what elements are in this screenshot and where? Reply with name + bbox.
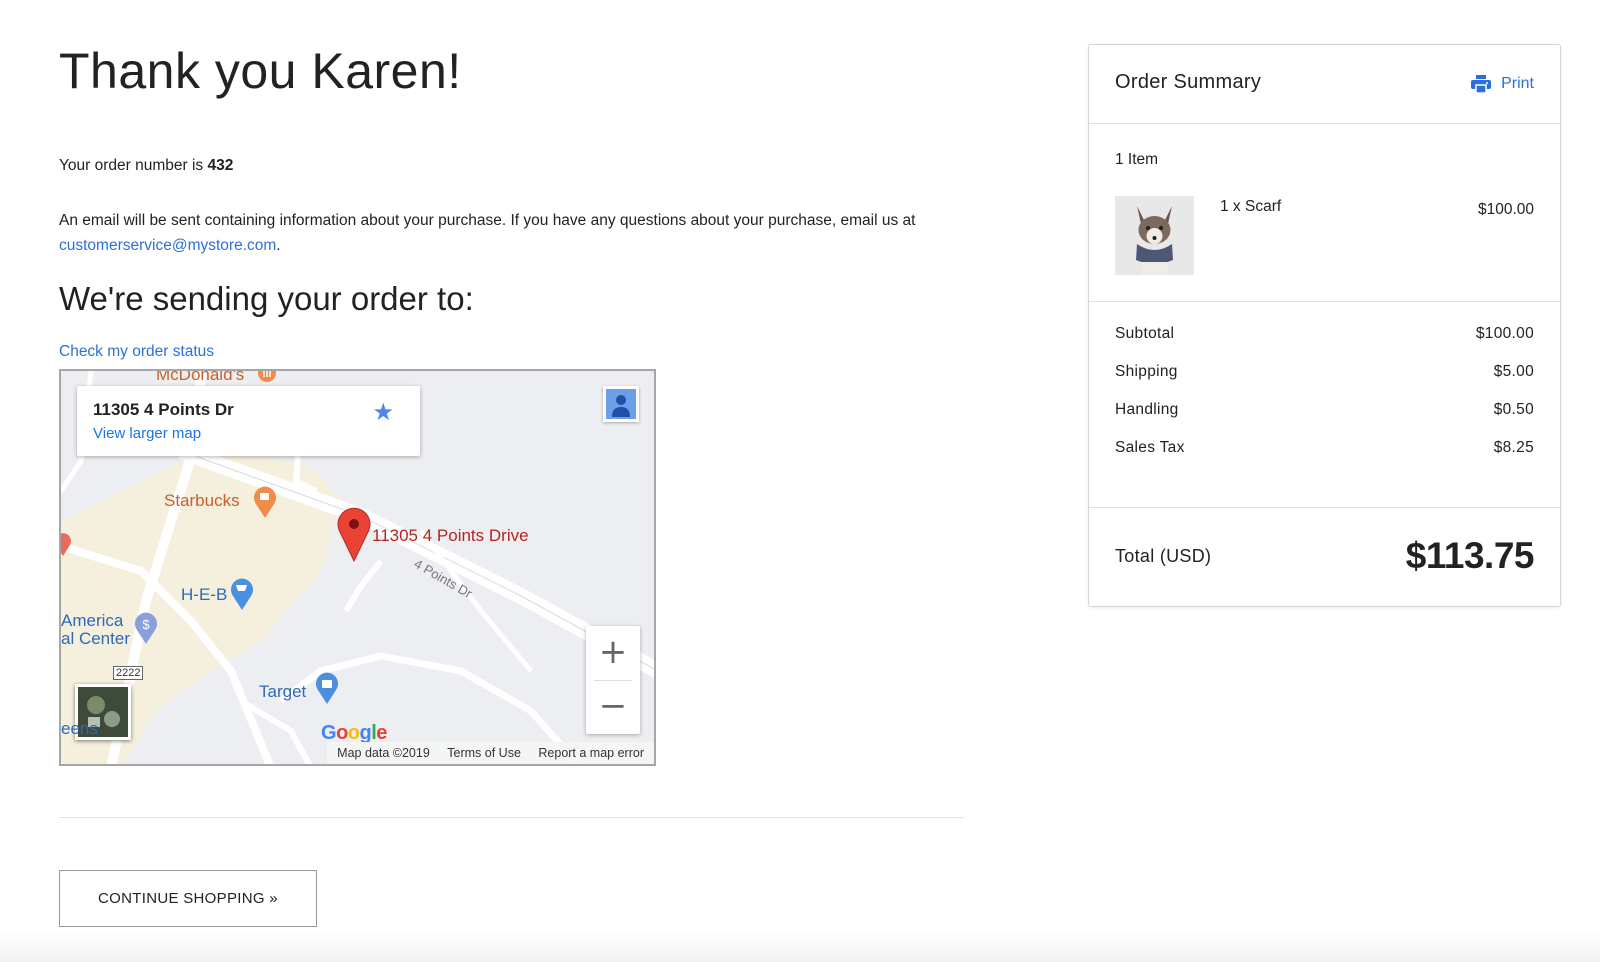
street-view-icon [606,389,636,419]
poi-heb-label: H-E-B [181,585,228,604]
bottom-shade [0,930,1600,962]
report-map-error-link[interactable]: Report a map error [538,746,644,760]
print-button[interactable]: Print [1471,75,1534,93]
husky-scarf-image [1115,196,1194,275]
map-card-address: 11305 4 Points Dr [93,400,234,419]
printer-icon [1471,75,1492,93]
poi-eens-label: eens [61,719,98,738]
map-marker-icon[interactable] [336,506,372,562]
order-number-prefix: Your order number is [59,157,208,174]
subtotal-label: Subtotal [1115,325,1175,342]
summary-divider [1089,123,1560,124]
order-number: 432 [207,157,234,174]
handling-row: Handling $0.50 [1115,401,1534,423]
item-price: $100.00 [1477,201,1534,218]
view-larger-map-link[interactable]: View larger map [93,425,201,442]
shipping-value: $5.00 [1493,363,1534,380]
poi-target-label: Target [259,682,307,701]
customer-service-email-link[interactable]: customerservice@mystore.com [59,237,276,254]
shipping-row: Shipping $5.00 [1115,363,1534,385]
subtotal-value: $100.00 [1475,325,1534,342]
zoom-out-icon[interactable]: − [586,680,640,734]
bank-marker-icon: $ [135,612,157,644]
route-shield: 2222 [113,666,144,680]
poi-mcdonalds-label: McDonald's [156,369,245,384]
email-info-body: An email will be sent containing informa… [59,212,916,229]
page-title: Thank you Karen! [59,43,462,99]
sales-tax-label: Sales Tax [1115,439,1185,456]
shipping-map[interactable]: McDonald's 11305 4 Points Dr View larger… [59,369,656,766]
marker-address-label: 11305 4 Points Drive [372,526,529,545]
shopping-marker-icon [231,578,253,610]
poi-starbucks-label: Starbucks [164,491,240,510]
item-name: 1 x Scarf [1220,198,1282,215]
print-label: Print [1501,75,1534,92]
svg-text:$: $ [142,617,150,632]
summary-divider [1089,301,1560,302]
street-view-button[interactable] [603,386,639,422]
shipping-label: Shipping [1115,363,1178,380]
store-marker-icon [316,672,338,704]
summary-divider [1089,507,1560,508]
zoom-controls: + − [586,626,640,734]
item-count: 1 Item [1115,151,1159,168]
content-divider [59,817,964,818]
order-number-text: Your order number is 432 [59,157,233,175]
partial-marker-icon [61,533,71,556]
restaurant-icon [258,371,276,382]
handling-value: $0.50 [1493,401,1534,418]
sales-tax-row: Sales Tax $8.25 [1115,439,1534,461]
handling-label: Handling [1115,401,1179,418]
product-thumbnail[interactable] [1115,196,1194,275]
total-value: $113.75 [1405,535,1535,576]
poi-america-label: America [61,611,124,630]
star-icon[interactable]: ★ [372,398,394,427]
subtotal-row: Subtotal $100.00 [1115,325,1534,347]
zoom-in-icon[interactable]: + [586,626,640,680]
terms-of-use-link[interactable]: Terms of Use [447,746,521,760]
order-summary-title: Order Summary [1115,71,1262,93]
map-data-text: Map data ©2019 [337,746,430,760]
shipping-heading: We're sending your order to: [59,280,474,317]
map-attribution: Map data ©2019 Terms of Use Report a map… [327,742,654,764]
order-summary-panel: Order Summary Print 1 Item 1 x Scarf $10… [1088,44,1561,607]
map-info-card: 11305 4 Points Dr View larger map ★ [77,386,420,456]
sales-tax-value: $8.25 [1493,439,1534,456]
email-info-suffix: . [276,237,281,254]
poi-center-label: al Center [61,629,130,648]
continue-shopping-button[interactable]: CONTINUE SHOPPING » [59,870,317,927]
total-label: Total (USD) [1115,546,1212,566]
coffee-marker-icon [254,486,276,518]
email-info-text: An email will be sent containing informa… [59,208,959,258]
check-order-status-link[interactable]: Check my order status [59,343,214,361]
